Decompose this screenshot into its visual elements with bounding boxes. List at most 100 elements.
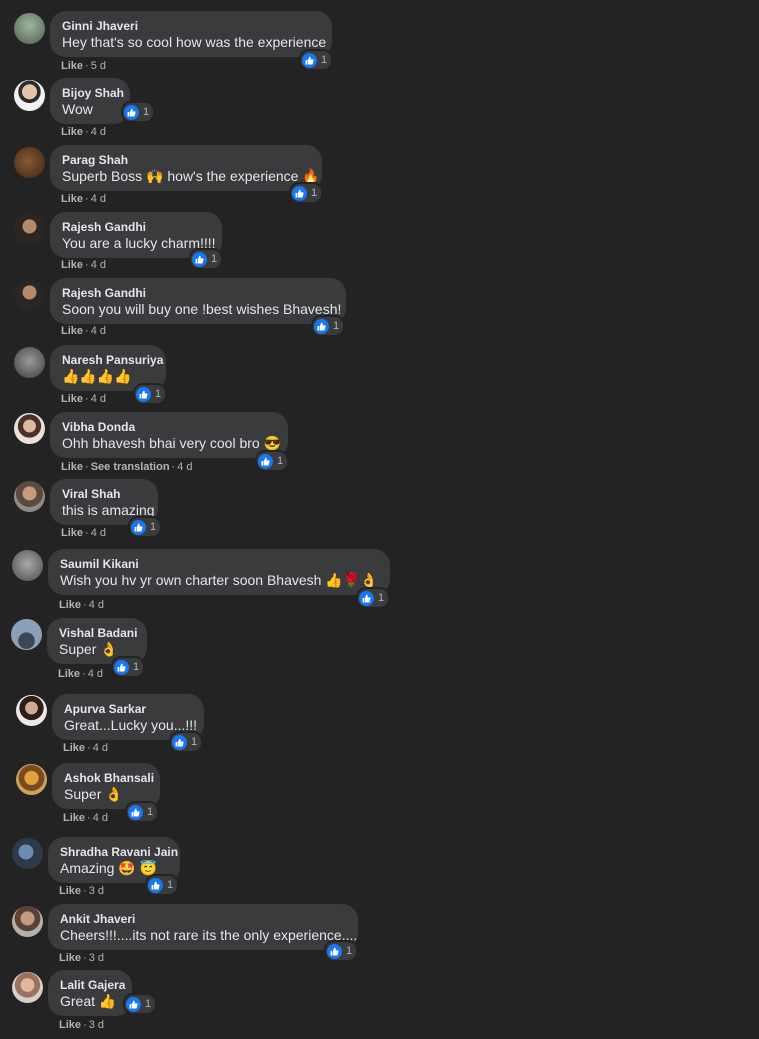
avatar[interactable]	[14, 13, 45, 44]
avatar[interactable]	[14, 481, 45, 512]
like-link[interactable]: Like	[58, 668, 80, 680]
avatar[interactable]	[14, 280, 45, 311]
comment-author[interactable]: Ashok Bhansali	[64, 770, 154, 786]
comment-timestamp[interactable]: 4 d	[177, 461, 192, 473]
reaction-count-badge[interactable]: 1	[128, 516, 163, 538]
comment-bubble: Vibha Donda Ohh bhavesh bhai very cool b…	[50, 412, 288, 458]
reaction-count-badge[interactable]: 1	[324, 940, 359, 962]
like-link[interactable]: Like	[61, 393, 83, 405]
like-link[interactable]: Like	[59, 885, 81, 897]
comment-bubble: Parag Shah Superb Boss 🙌 how's the exper…	[50, 145, 322, 191]
comment-meta: Like · 4 d	[63, 812, 108, 824]
reaction-count-badge[interactable]: 1	[121, 101, 156, 123]
comment-timestamp[interactable]: 4 d	[91, 393, 106, 405]
comment-timestamp[interactable]: 4 d	[88, 668, 103, 680]
like-icon	[302, 52, 317, 68]
comment-timestamp[interactable]: 4 d	[89, 599, 104, 611]
reaction-count: 1	[147, 806, 154, 818]
comment-text: You are a lucky charm!!!!	[62, 235, 216, 251]
avatar[interactable]	[12, 972, 43, 1003]
reaction-count-badge[interactable]: 1	[133, 383, 168, 405]
avatar[interactable]	[14, 347, 45, 378]
comment-meta: Like · 4 d	[61, 259, 106, 271]
like-link[interactable]: Like	[63, 742, 85, 754]
reaction-count: 1	[167, 879, 174, 891]
avatar[interactable]	[12, 550, 43, 581]
comment-timestamp[interactable]: 4 d	[93, 812, 108, 824]
like-link[interactable]: Like	[59, 952, 81, 964]
like-link[interactable]: Like	[63, 812, 85, 824]
like-icon	[292, 185, 307, 201]
comment-timestamp[interactable]: 4 d	[91, 527, 106, 539]
like-link[interactable]: Like	[61, 60, 83, 72]
reaction-count-badge[interactable]: 1	[289, 182, 324, 204]
comment-author[interactable]: Ankit Jhaveri	[60, 911, 346, 927]
reaction-count: 1	[150, 521, 157, 533]
comment-meta: Like · 3 d	[59, 1019, 104, 1031]
comment-author[interactable]: Saumil Kikani	[60, 556, 378, 572]
comment-text: Great...Lucky you...!!!	[64, 717, 198, 733]
reaction-count-badge[interactable]: 1	[145, 874, 180, 896]
comment-author[interactable]: Ginni Jhaveri	[62, 18, 320, 34]
avatar[interactable]	[14, 413, 45, 444]
avatar[interactable]	[14, 147, 45, 178]
comment-timestamp[interactable]: 4 d	[91, 259, 106, 271]
comment-text: Wish you hv yr own charter soon Bhavesh …	[60, 572, 378, 588]
comment-meta: Like · 4 d	[61, 527, 106, 539]
comment-timestamp[interactable]: 5 d	[91, 60, 106, 72]
reaction-count-badge[interactable]: 1	[169, 731, 204, 753]
avatar[interactable]	[14, 214, 45, 245]
reaction-count-badge[interactable]: 1	[189, 248, 224, 270]
comment-timestamp[interactable]: 3 d	[89, 952, 104, 964]
like-icon	[114, 659, 129, 675]
like-link[interactable]: Like	[61, 259, 83, 271]
like-link[interactable]: Like	[61, 325, 83, 337]
like-icon	[172, 734, 187, 750]
comment-timestamp[interactable]: 3 d	[89, 885, 104, 897]
comment-timestamp[interactable]: 4 d	[93, 742, 108, 754]
reaction-count-badge[interactable]: 1	[356, 587, 391, 609]
like-icon	[359, 590, 374, 606]
comment-author[interactable]: Apurva Sarkar	[64, 701, 192, 717]
comment-author[interactable]: Bijoy Shah	[62, 85, 124, 101]
reaction-count-badge[interactable]: 1	[123, 993, 158, 1015]
comment-timestamp[interactable]: 4 d	[91, 325, 106, 337]
reaction-count-badge[interactable]: 1	[311, 315, 346, 337]
reaction-count-badge[interactable]: 1	[255, 450, 290, 472]
comment-meta: Like · 3 d	[59, 952, 104, 964]
like-link[interactable]: Like	[61, 193, 83, 205]
comment-timestamp[interactable]: 4 d	[91, 193, 106, 205]
like-link[interactable]: Like	[61, 527, 83, 539]
avatar[interactable]	[12, 838, 43, 869]
comment-author[interactable]: Vibha Donda	[62, 419, 276, 435]
reaction-count-badge[interactable]: 1	[125, 801, 160, 823]
comment-author[interactable]: Vishal Badani	[59, 625, 137, 641]
like-link[interactable]: Like	[61, 461, 83, 473]
reaction-count: 1	[155, 388, 162, 400]
like-link[interactable]: Like	[59, 599, 81, 611]
avatar[interactable]	[14, 80, 45, 111]
comment-author[interactable]: Shradha Ravani Jain	[60, 844, 178, 860]
avatar[interactable]	[11, 619, 42, 650]
comment-author[interactable]: Naresh Pansuriya	[62, 352, 163, 368]
avatar[interactable]	[16, 695, 47, 726]
like-link[interactable]: Like	[61, 126, 83, 138]
like-link[interactable]: Like	[59, 1019, 81, 1031]
comment-meta: Like · 4 d	[61, 393, 106, 405]
avatar[interactable]	[12, 906, 43, 937]
comment-text: Cheers!!!....its not rare its the only e…	[60, 927, 358, 943]
reaction-count-badge[interactable]: 1	[299, 49, 334, 71]
comment-author[interactable]: Rajesh Gandhi	[62, 285, 334, 301]
see-translation-link[interactable]: See translation	[91, 461, 170, 473]
reaction-count: 1	[346, 945, 353, 957]
comment-timestamp[interactable]: 4 d	[91, 126, 106, 138]
avatar[interactable]	[16, 764, 47, 795]
comment-meta: Like · See translation · 4 d	[61, 461, 193, 473]
comment-bubble: Lalit Gajera Great 👍	[48, 970, 132, 1016]
comment-author[interactable]: Parag Shah	[62, 152, 310, 168]
comment-author[interactable]: Lalit Gajera	[60, 977, 125, 993]
comment-author[interactable]: Rajesh Gandhi	[62, 219, 210, 235]
comment-author[interactable]: Viral Shah	[62, 486, 146, 502]
reaction-count-badge[interactable]: 1	[111, 656, 146, 678]
comment-timestamp[interactable]: 3 d	[89, 1019, 104, 1031]
